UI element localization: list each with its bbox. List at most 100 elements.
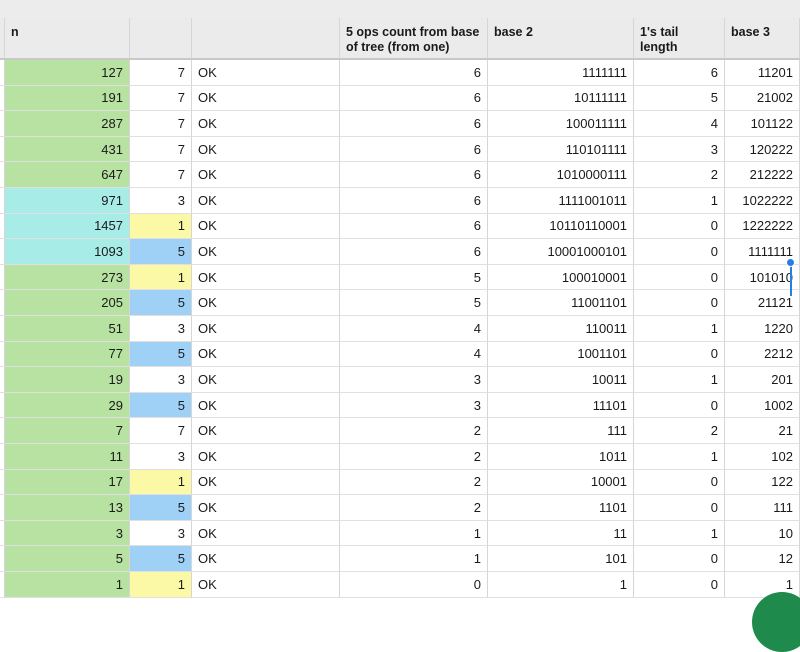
- selection-handle[interactable]: [786, 258, 795, 267]
- cell-n[interactable]: 3: [5, 520, 130, 547]
- cell-base2[interactable]: 10111111: [488, 85, 634, 112]
- cell-col-b[interactable]: 3: [130, 316, 192, 342]
- header-col-c[interactable]: [192, 18, 340, 58]
- cell-n[interactable]: 17: [5, 469, 130, 496]
- cell-col-b[interactable]: 1: [130, 264, 192, 291]
- spreadsheet[interactable]: n 5 ops count from base of tree (from on…: [0, 0, 800, 652]
- cell-col-c[interactable]: OK: [192, 392, 340, 419]
- cell-base3[interactable]: 12: [725, 546, 800, 572]
- cell-n[interactable]: 19: [5, 367, 130, 393]
- cell-base2[interactable]: 11: [488, 520, 634, 547]
- cell-n[interactable]: 647: [5, 162, 130, 188]
- cell-tail-length[interactable]: 0: [634, 213, 725, 240]
- cell-base3[interactable]: 2212: [725, 341, 800, 368]
- cell-base3[interactable]: 101010: [725, 264, 800, 291]
- cell-col-c[interactable]: OK: [192, 85, 340, 112]
- header-n[interactable]: n: [5, 18, 130, 58]
- cell-ops-count[interactable]: 3: [340, 392, 488, 419]
- cell-ops-count[interactable]: 2: [340, 469, 488, 496]
- cell-tail-length[interactable]: 0: [634, 495, 725, 521]
- cell-n[interactable]: 77: [5, 341, 130, 368]
- cell-base2[interactable]: 10110110001: [488, 213, 634, 240]
- cell-base3[interactable]: 1022222: [725, 188, 800, 214]
- cell-col-b[interactable]: 7: [130, 60, 192, 86]
- cell-col-b[interactable]: 1: [130, 213, 192, 240]
- cell-base2[interactable]: 1011: [488, 444, 634, 470]
- cell-ops-count[interactable]: 2: [340, 444, 488, 470]
- cell-col-c[interactable]: OK: [192, 188, 340, 214]
- cell-base3[interactable]: 21: [725, 418, 800, 444]
- cell-base2[interactable]: 111: [488, 418, 634, 444]
- cell-base2[interactable]: 1111001011: [488, 188, 634, 214]
- cell-tail-length[interactable]: 3: [634, 136, 725, 163]
- header-ops-count[interactable]: 5 ops count from base of tree (from one): [340, 18, 488, 58]
- cell-base3[interactable]: 10: [725, 520, 800, 547]
- cell-n[interactable]: 11: [5, 444, 130, 470]
- cell-n[interactable]: 1093: [5, 239, 130, 265]
- cell-col-b[interactable]: 5: [130, 290, 192, 316]
- cell-col-c[interactable]: OK: [192, 290, 340, 316]
- cell-base3[interactable]: 1222222: [725, 213, 800, 240]
- cell-ops-count[interactable]: 5: [340, 290, 488, 316]
- cell-tail-length[interactable]: 2: [634, 418, 725, 444]
- cell-base2[interactable]: 10001: [488, 469, 634, 496]
- cell-col-c[interactable]: OK: [192, 239, 340, 265]
- cell-tail-length[interactable]: 1: [634, 520, 725, 547]
- cell-col-c[interactable]: OK: [192, 213, 340, 240]
- cell-col-b[interactable]: 3: [130, 444, 192, 470]
- cell-col-b[interactable]: 3: [130, 188, 192, 214]
- cell-tail-length[interactable]: 0: [634, 469, 725, 496]
- cell-ops-count[interactable]: 6: [340, 213, 488, 240]
- cell-base3[interactable]: 120222: [725, 136, 800, 163]
- cell-base2[interactable]: 11001101: [488, 290, 634, 316]
- cell-n[interactable]: 431: [5, 136, 130, 163]
- cell-col-c[interactable]: OK: [192, 264, 340, 291]
- cell-col-c[interactable]: OK: [192, 520, 340, 547]
- cell-n[interactable]: 127: [5, 60, 130, 86]
- cell-base3[interactable]: 101122: [725, 111, 800, 137]
- cell-tail-length[interactable]: 0: [634, 264, 725, 291]
- cell-ops-count[interactable]: 6: [340, 239, 488, 265]
- cell-tail-length[interactable]: 0: [634, 290, 725, 316]
- column-header-strip[interactable]: [0, 0, 800, 19]
- cell-tail-length[interactable]: 1: [634, 367, 725, 393]
- cell-tail-length[interactable]: 6: [634, 60, 725, 86]
- cell-col-c[interactable]: OK: [192, 418, 340, 444]
- cell-base3[interactable]: 102: [725, 444, 800, 470]
- cell-tail-length[interactable]: 1: [634, 188, 725, 214]
- cell-col-b[interactable]: 5: [130, 239, 192, 265]
- cell-base2[interactable]: 1010000111: [488, 162, 634, 188]
- cell-tail-length[interactable]: 0: [634, 239, 725, 265]
- header-col-b[interactable]: [130, 18, 192, 58]
- cell-n[interactable]: 273: [5, 264, 130, 291]
- cell-base3[interactable]: 212222: [725, 162, 800, 188]
- cell-ops-count[interactable]: 2: [340, 418, 488, 444]
- cell-col-c[interactable]: OK: [192, 316, 340, 342]
- cell-ops-count[interactable]: 1: [340, 546, 488, 572]
- cell-n[interactable]: 1: [5, 572, 130, 598]
- cell-base2[interactable]: 101: [488, 546, 634, 572]
- cell-n[interactable]: 13: [5, 495, 130, 521]
- cell-ops-count[interactable]: 3: [340, 367, 488, 393]
- cell-col-b[interactable]: 7: [130, 162, 192, 188]
- cell-col-c[interactable]: OK: [192, 572, 340, 598]
- cell-base2[interactable]: 11101: [488, 392, 634, 419]
- cell-col-b[interactable]: 1: [130, 572, 192, 598]
- cell-tail-length[interactable]: 4: [634, 111, 725, 137]
- cell-base3[interactable]: 21121: [725, 290, 800, 316]
- cell-tail-length[interactable]: 0: [634, 572, 725, 598]
- cell-tail-length[interactable]: 1: [634, 316, 725, 342]
- cell-tail-length[interactable]: 0: [634, 392, 725, 419]
- cell-n[interactable]: 971: [5, 188, 130, 214]
- selection-edge[interactable]: [790, 266, 792, 296]
- cell-tail-length[interactable]: 0: [634, 341, 725, 368]
- cell-base2[interactable]: 110101111: [488, 136, 634, 163]
- header-base3[interactable]: base 3: [725, 18, 800, 58]
- cell-n[interactable]: 51: [5, 316, 130, 342]
- cell-ops-count[interactable]: 2: [340, 495, 488, 521]
- cell-col-c[interactable]: OK: [192, 546, 340, 572]
- cell-base2[interactable]: 110011: [488, 316, 634, 342]
- cell-n[interactable]: 191: [5, 85, 130, 112]
- cell-n[interactable]: 1457: [5, 213, 130, 240]
- cell-tail-length[interactable]: 0: [634, 546, 725, 572]
